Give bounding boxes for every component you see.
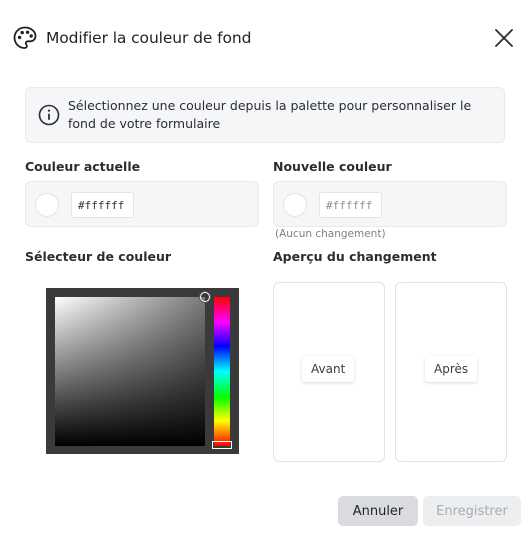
close-icon (495, 29, 513, 47)
hue-slider-handle[interactable] (212, 441, 232, 449)
cancel-button[interactable]: Annuler (338, 496, 418, 526)
no-change-note: (Aucun changement) (275, 228, 386, 240)
new-color-swatch (283, 193, 307, 217)
info-banner: Sélectionnez une couleur depuis la palet… (25, 87, 505, 143)
preview-before-card: Avant (273, 282, 385, 462)
current-hex-field: #ffffff (71, 192, 134, 218)
dialog-title: Modifier la couleur de fond (46, 29, 252, 47)
color-picker (46, 288, 239, 454)
new-hex-field[interactable]: #ffffff (319, 192, 382, 218)
new-color-label: Nouvelle couleur (273, 159, 392, 174)
preview-before-label: Avant (302, 356, 355, 382)
current-color-swatch (35, 193, 59, 217)
color-picker-label: Sélecteur de couleur (25, 249, 172, 264)
current-color-label: Couleur actuelle (25, 159, 141, 174)
info-icon (38, 104, 60, 126)
preview-label: Aperçu du changement (273, 249, 437, 264)
hue-slider[interactable] (214, 297, 230, 446)
preview-after-label: Après (425, 356, 478, 382)
saturation-value-handle[interactable] (200, 292, 210, 302)
save-button[interactable]: Enregistrer (423, 496, 521, 526)
palette-icon (13, 26, 37, 49)
saturation-value-area[interactable] (55, 297, 205, 446)
info-text: Sélectionnez une couleur depuis la palet… (68, 98, 472, 131)
new-color-box: #ffffff (273, 181, 507, 227)
close-button[interactable] (493, 27, 515, 49)
preview-after-card: Après (395, 282, 507, 462)
current-color-box: #ffffff (25, 181, 259, 227)
dialog-header: Modifier la couleur de fond (12, 25, 251, 51)
